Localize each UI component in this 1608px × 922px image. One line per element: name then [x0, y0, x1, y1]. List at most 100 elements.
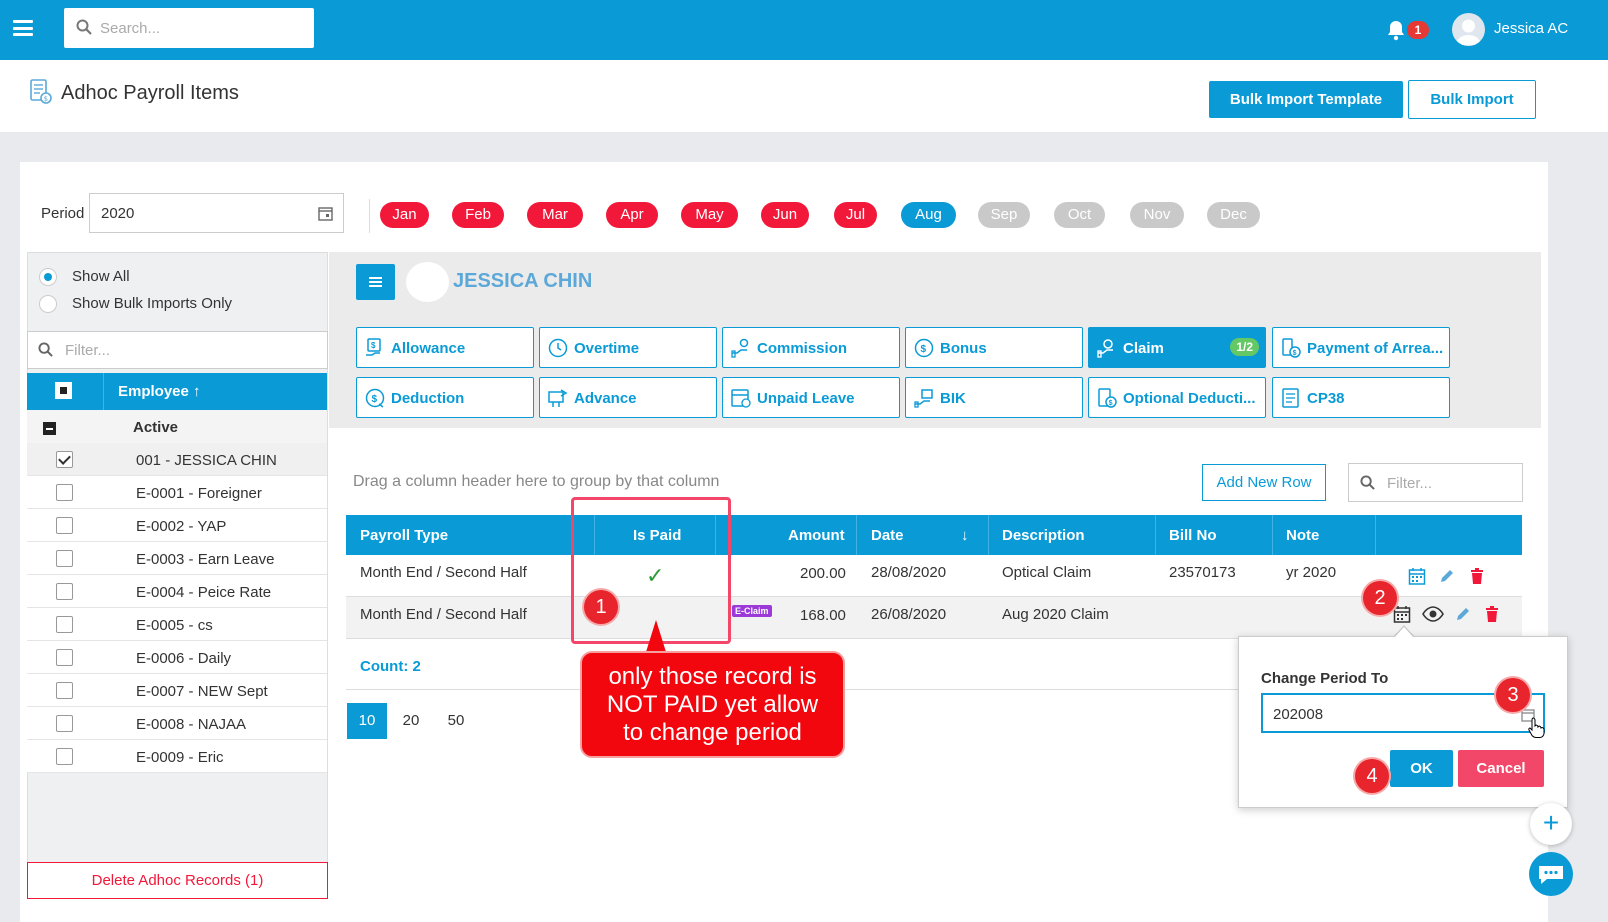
- month-apr[interactable]: Apr: [606, 202, 658, 228]
- page-size-50[interactable]: 50: [436, 703, 476, 739]
- month-may[interactable]: May: [681, 202, 738, 228]
- edit-pencil-icon[interactable]: [1438, 567, 1456, 585]
- view-eye-icon[interactable]: [1422, 605, 1444, 623]
- employee-checkbox[interactable]: [56, 583, 73, 600]
- tab-unpaid-leave[interactable]: Unpaid Leave: [722, 377, 900, 418]
- employee-name-label[interactable]: E-0001 - Foreigner: [136, 485, 262, 502]
- col-payroll-type[interactable]: Payroll Type: [360, 527, 448, 544]
- month-aug[interactable]: Aug: [901, 202, 956, 228]
- employee-checkbox[interactable]: [56, 517, 73, 534]
- col-description[interactable]: Description: [1002, 527, 1085, 544]
- month-jan[interactable]: Jan: [380, 202, 429, 228]
- tab-bik[interactable]: BIK: [905, 377, 1083, 418]
- month-jun[interactable]: Jun: [761, 202, 809, 228]
- month-feb[interactable]: Feb: [452, 202, 504, 228]
- month-sep[interactable]: Sep: [978, 202, 1030, 228]
- employee-menu-button[interactable]: [356, 264, 395, 300]
- tab-commission[interactable]: Commission: [722, 327, 900, 368]
- month-oct[interactable]: Oct: [1054, 202, 1105, 228]
- delete-trash-icon[interactable]: [1483, 605, 1501, 623]
- bulk-import-button[interactable]: Bulk Import: [1408, 80, 1536, 119]
- employee-checkbox[interactable]: [56, 616, 73, 633]
- list-item[interactable]: E-0004 - Peice Rate: [27, 575, 327, 608]
- table-row[interactable]: Month End / Second Half E-Claim 168.00 2…: [346, 597, 1522, 639]
- employee-name-label[interactable]: 001 - JESSICA CHIN: [136, 452, 277, 469]
- grid-filter-input[interactable]: Filter...: [1348, 463, 1523, 502]
- tab-optional-deduction[interactable]: $ Optional Deducti...: [1088, 377, 1266, 418]
- employee-checkbox[interactable]: [56, 649, 73, 666]
- bulk-import-template-button[interactable]: Bulk Import Template: [1209, 81, 1403, 118]
- page-size-20[interactable]: 20: [391, 703, 431, 739]
- radio-bulk-only[interactable]: [39, 295, 57, 313]
- col-bill-no[interactable]: Bill No: [1169, 527, 1217, 544]
- employee-name-label[interactable]: E-0008 - NAJAA: [136, 716, 246, 733]
- month-jul[interactable]: Jul: [834, 202, 877, 228]
- radio-show-all[interactable]: [39, 268, 57, 286]
- employee-name-label[interactable]: E-0004 - Peice Rate: [136, 584, 271, 601]
- delete-adhoc-records-button[interactable]: Delete Adhoc Records (1): [27, 862, 328, 899]
- employee-name-label[interactable]: E-0005 - cs: [136, 617, 213, 634]
- list-item[interactable]: E-0003 - Earn Leave: [27, 542, 327, 575]
- month-nov[interactable]: Nov: [1130, 202, 1184, 228]
- employee-name-label[interactable]: E-0009 - Eric: [136, 749, 224, 766]
- month-dec[interactable]: Dec: [1207, 202, 1260, 228]
- calendar-icon[interactable]: [318, 206, 333, 221]
- change-period-calendar-icon[interactable]: [1393, 605, 1411, 623]
- employee-checkbox[interactable]: [56, 451, 73, 468]
- employee-name-label[interactable]: E-0006 - Daily: [136, 650, 231, 667]
- change-period-calendar-icon[interactable]: [1408, 567, 1426, 585]
- add-fab-button[interactable]: +: [1530, 803, 1572, 845]
- employee-checkbox[interactable]: [56, 550, 73, 567]
- bell-icon[interactable]: [1386, 19, 1406, 41]
- employee-column-header[interactable]: Employee ↑: [118, 383, 201, 400]
- date-sort-icon[interactable]: ↓: [961, 527, 969, 544]
- col-note[interactable]: Note: [1286, 527, 1319, 544]
- delete-trash-icon[interactable]: [1468, 567, 1486, 585]
- cancel-button[interactable]: Cancel: [1458, 750, 1544, 787]
- tab-advance[interactable]: Advance: [539, 377, 717, 418]
- col-amount[interactable]: Amount: [788, 527, 845, 544]
- list-item[interactable]: E-0002 - YAP: [27, 509, 327, 542]
- tab-claim[interactable]: Claim 1/2: [1088, 327, 1266, 368]
- list-item[interactable]: 001 - JESSICA CHIN: [27, 443, 327, 476]
- tab-overtime[interactable]: Overtime: [539, 327, 717, 368]
- hamburger-menu-icon[interactable]: [13, 20, 33, 36]
- month-mar[interactable]: Mar: [527, 202, 583, 228]
- user-name[interactable]: Jessica AC: [1494, 20, 1568, 37]
- collapse-icon[interactable]: [43, 422, 56, 435]
- tab-cp38[interactable]: CP38: [1272, 377, 1450, 418]
- employee-checkbox[interactable]: [56, 682, 73, 699]
- ok-button[interactable]: OK: [1390, 750, 1453, 787]
- user-avatar[interactable]: [1452, 13, 1485, 46]
- radio-bulk-only-label[interactable]: Show Bulk Imports Only: [72, 295, 232, 312]
- active-group-row[interactable]: Active: [27, 410, 327, 443]
- group-by-hint[interactable]: Drag a column header here to group by th…: [353, 473, 719, 491]
- table-row[interactable]: Month End / Second Half ✓ 200.00 28/08/2…: [346, 555, 1522, 597]
- employee-name-label[interactable]: E-0002 - YAP: [136, 518, 226, 535]
- list-item[interactable]: E-0009 - Eric: [27, 740, 327, 773]
- tab-payment-of-arrears[interactable]: $ Payment of Arrea...: [1272, 327, 1450, 368]
- employee-name-label[interactable]: E-0007 - NEW Sept: [136, 683, 268, 700]
- list-item[interactable]: E-0001 - Foreigner: [27, 476, 327, 509]
- list-item[interactable]: E-0005 - cs: [27, 608, 327, 641]
- employee-checkbox[interactable]: [56, 715, 73, 732]
- employee-checkbox[interactable]: [56, 748, 73, 765]
- tab-deduction[interactable]: $ Deduction: [356, 377, 534, 418]
- radio-show-all-label[interactable]: Show All: [72, 268, 130, 285]
- list-item[interactable]: E-0007 - NEW Sept: [27, 674, 327, 707]
- tab-bonus[interactable]: $ Bonus: [905, 327, 1083, 368]
- add-new-row-button[interactable]: Add New Row: [1202, 464, 1326, 501]
- list-item[interactable]: E-0008 - NAJAA: [27, 707, 327, 740]
- chat-fab-button[interactable]: [1529, 852, 1573, 896]
- search-input[interactable]: [100, 14, 300, 42]
- list-item[interactable]: E-0006 - Daily: [27, 641, 327, 674]
- select-all-checkbox[interactable]: [55, 382, 72, 399]
- period-picker[interactable]: 2020: [89, 193, 344, 233]
- tab-allowance[interactable]: $ Allowance: [356, 327, 534, 368]
- edit-pencil-icon[interactable]: [1454, 605, 1472, 623]
- employee-name-label[interactable]: E-0003 - Earn Leave: [136, 551, 274, 568]
- employee-filter-input[interactable]: Filter...: [27, 331, 328, 369]
- employee-checkbox[interactable]: [56, 484, 73, 501]
- col-date[interactable]: Date: [871, 527, 904, 544]
- global-search[interactable]: [64, 8, 314, 48]
